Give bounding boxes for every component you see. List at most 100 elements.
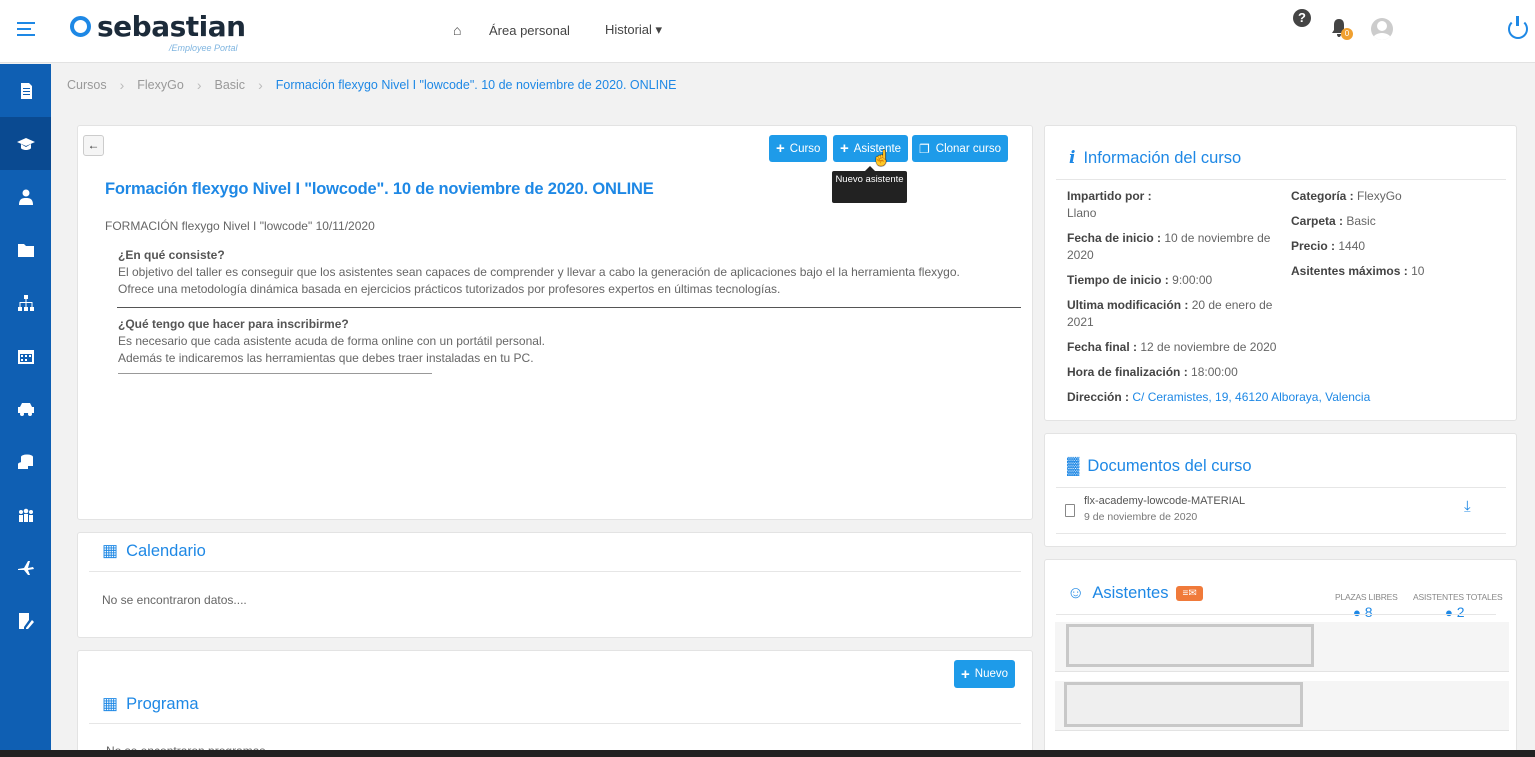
course-panel: ← + Curso + Asistente ❐ Clonar curso ☝ Nuev… bbox=[77, 125, 1033, 520]
top-bar: sebastian /Employee Portal ⌂ Área person… bbox=[0, 0, 1535, 63]
logo-mark-icon bbox=[65, 11, 96, 42]
question-heading: ¿En qué consiste? bbox=[118, 248, 225, 262]
documents-icon: ▓ bbox=[1067, 456, 1080, 475]
total-attendees-label: ASISTENTES TOTALES bbox=[1413, 592, 1503, 602]
answer-line: Además te indicaremos las herramientas q… bbox=[118, 351, 534, 365]
calendar-icon: ▦ bbox=[102, 694, 119, 713]
nav-historial[interactable]: Historial ▾ bbox=[605, 22, 662, 38]
info-header: i Información del curso bbox=[1069, 148, 1241, 168]
hand-cursor-icon: ☝ bbox=[872, 150, 891, 167]
documents-header: ▓ Documentos del curso bbox=[1067, 456, 1252, 476]
help-icon[interactable]: ? bbox=[1293, 9, 1311, 27]
chevron-right-icon: › bbox=[119, 77, 125, 93]
program-header: ▦ Programa bbox=[102, 694, 199, 714]
document-icon[interactable] bbox=[0, 64, 51, 117]
attendee-row[interactable] bbox=[1055, 681, 1509, 731]
logo[interactable]: sebastian /Employee Portal bbox=[65, 10, 246, 53]
new-attendee-button[interactable]: + Asistente bbox=[833, 135, 909, 162]
answer-line: Es necesario que cada asistente acuda de… bbox=[118, 334, 545, 348]
attendees-header: ☺ Asistentes ≡✉ bbox=[1067, 583, 1203, 603]
answer-line: Ofrece una metodología dinámica basada e… bbox=[118, 282, 781, 296]
attendee-avatar-placeholder bbox=[1064, 682, 1303, 727]
avatar-icon[interactable] bbox=[1371, 18, 1393, 40]
tooltip: Nuevo asistente bbox=[832, 166, 907, 203]
breadcrumb-current: Formación flexygo Nivel I "lowcode". 10 … bbox=[275, 78, 677, 92]
document-item[interactable]: flx-academy-lowcode-MATERIAL 9 de noviem… bbox=[1065, 495, 1245, 523]
breadcrumb: Cursos › FlexyGo › Basic › Formación fle… bbox=[67, 77, 676, 93]
calendar-title: Calendario bbox=[126, 541, 206, 560]
team-icon[interactable] bbox=[0, 488, 51, 541]
org-chart-icon[interactable] bbox=[0, 276, 51, 329]
attendees-title: Asistentes bbox=[1092, 583, 1169, 602]
users-icon: ☺ bbox=[1067, 583, 1085, 602]
home-icon[interactable]: ⌂ bbox=[453, 23, 467, 37]
logo-subtitle: /Employee Portal bbox=[169, 43, 238, 53]
breadcrumb-basic[interactable]: Basic bbox=[214, 78, 245, 92]
course-info-panel: i Información del curso Impartido por :L… bbox=[1044, 125, 1517, 421]
folder-icon[interactable] bbox=[0, 223, 51, 276]
free-places-value: ● 8 bbox=[1353, 604, 1373, 620]
info-icon: i bbox=[1069, 148, 1076, 168]
logo-name: sebastian bbox=[97, 10, 246, 43]
attendee-row[interactable] bbox=[1055, 622, 1509, 672]
attendees-panel: ☺ Asistentes ≡✉ PLAZAS LIBRES ● 8 ASISTE… bbox=[1044, 559, 1517, 757]
sidebar bbox=[0, 64, 51, 757]
calendar-panel: ▦ Calendario No se encontraron datos.... bbox=[77, 532, 1033, 638]
breadcrumb-flexygo[interactable]: FlexyGo bbox=[137, 78, 184, 92]
divider bbox=[1056, 487, 1506, 488]
document-date: 9 de noviembre de 2020 bbox=[1084, 511, 1198, 523]
chevron-right-icon: › bbox=[258, 77, 263, 93]
address-link[interactable]: C/ Ceramistes, 19, 46120 Alboraya, Valen… bbox=[1132, 390, 1370, 404]
document-name[interactable]: flx-academy-lowcode-MATERIAL bbox=[1084, 495, 1245, 507]
info-left-column: Impartido por : Llano Fecha de inicio : 1… bbox=[1067, 189, 1371, 404]
graduation-cap-icon[interactable] bbox=[0, 117, 51, 170]
program-title: Programa bbox=[126, 694, 199, 713]
divider bbox=[1056, 533, 1506, 534]
chevron-right-icon: › bbox=[196, 77, 202, 93]
info-right-column: Categoría : FlexyGo Carpeta : Basic Prec… bbox=[1291, 189, 1425, 278]
calendar-icon: ▦ bbox=[102, 541, 119, 560]
taskbar bbox=[0, 750, 1535, 757]
bell-icon[interactable]: 0 bbox=[1330, 18, 1353, 40]
divider bbox=[89, 723, 1021, 724]
divider bbox=[1056, 614, 1496, 615]
email-list-icon[interactable]: ≡✉ bbox=[1176, 585, 1203, 601]
back-button[interactable]: ← bbox=[83, 135, 104, 156]
copy-icon: ❐ bbox=[919, 141, 930, 156]
course-title: Formación flexygo Nivel I "lowcode". 10 … bbox=[105, 180, 654, 198]
calendar-icon[interactable] bbox=[0, 329, 51, 382]
divider bbox=[118, 373, 432, 374]
divider bbox=[117, 307, 1021, 308]
nav-area-personal[interactable]: Área personal bbox=[489, 23, 570, 38]
course-subtitle: FORMACIÓN flexygo Nivel I "lowcode" 10/1… bbox=[105, 219, 375, 233]
file-icon bbox=[1065, 504, 1075, 517]
calendar-header: ▦ Calendario bbox=[102, 541, 206, 561]
documents-title: Documentos del curso bbox=[1087, 456, 1252, 475]
download-icon[interactable]: ⤓ bbox=[1464, 498, 1471, 515]
new-course-button[interactable]: + Curso bbox=[769, 135, 828, 162]
edit-document-icon[interactable] bbox=[0, 594, 51, 647]
answer-line: El objetivo del taller es conseguir que … bbox=[118, 265, 960, 279]
user-icon: ● bbox=[1353, 605, 1361, 620]
info-title: Información del curso bbox=[1083, 148, 1242, 167]
menu-toggle-icon[interactable] bbox=[17, 22, 35, 38]
new-program-button[interactable]: + Nuevo bbox=[954, 660, 1016, 688]
attendee-avatar-placeholder bbox=[1066, 624, 1314, 667]
course-description: ¿En qué consiste? El objetivo del taller… bbox=[117, 247, 1022, 374]
user-icon[interactable] bbox=[0, 170, 51, 223]
program-panel: +Nuevo ▦ Programa No se encontraron prog… bbox=[77, 650, 1033, 757]
power-icon[interactable] bbox=[1508, 16, 1528, 39]
breadcrumb-cursos[interactable]: Cursos bbox=[67, 78, 107, 92]
divider bbox=[1056, 179, 1506, 180]
free-places-label: PLAZAS LIBRES bbox=[1335, 592, 1398, 602]
clone-course-button[interactable]: ❐ Clonar curso bbox=[912, 135, 1008, 162]
plane-icon[interactable] bbox=[0, 541, 51, 594]
divider bbox=[89, 571, 1021, 572]
top-nav: ⌂ Área personal Historial ▾ bbox=[453, 22, 697, 38]
documents-panel: ▓ Documentos del curso flx-academy-lowco… bbox=[1044, 433, 1517, 547]
coins-icon[interactable] bbox=[0, 435, 51, 488]
car-icon[interactable] bbox=[0, 382, 51, 435]
user-icon: ● bbox=[1445, 605, 1453, 620]
notification-badge: 0 bbox=[1341, 28, 1353, 40]
total-attendees-value: ● 2 bbox=[1445, 604, 1465, 620]
